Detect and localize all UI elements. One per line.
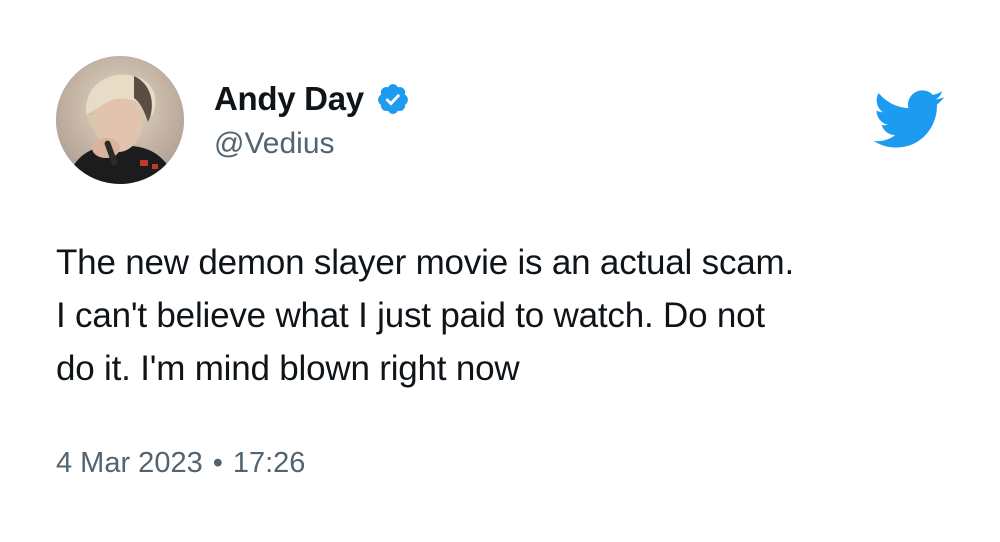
twitter-bird-icon[interactable] — [870, 88, 946, 150]
tweet-time: 17:26 — [232, 447, 306, 479]
tweet-date: 4 Mar 2023 — [56, 447, 203, 479]
tweet-text-line: I can't believe what I just paid to watc… — [56, 296, 765, 335]
author-handle[interactable]: @Vedius — [214, 127, 335, 161]
avatar-photo-icon — [56, 56, 184, 184]
author-avatar[interactable] — [56, 56, 184, 184]
tweet-text-line: do it. I'm mind blown right now — [56, 349, 520, 388]
verified-badge-icon — [377, 84, 408, 114]
tweet-timestamp[interactable]: 4 Mar 2023 • 17:26 — [56, 447, 305, 480]
tweet-text-line: The new demon slayer movie is an actual … — [56, 243, 794, 282]
timestamp-separator: • — [212, 447, 223, 479]
tweet-text: The new demon slayer movie is an actual … — [56, 236, 956, 395]
author-display-name[interactable]: Andy Day — [214, 80, 364, 118]
display-name-row: Andy Day — [214, 77, 410, 121]
tweet-card: Andy Day @Vedius The new demon slayer mo… — [0, 0, 1000, 542]
